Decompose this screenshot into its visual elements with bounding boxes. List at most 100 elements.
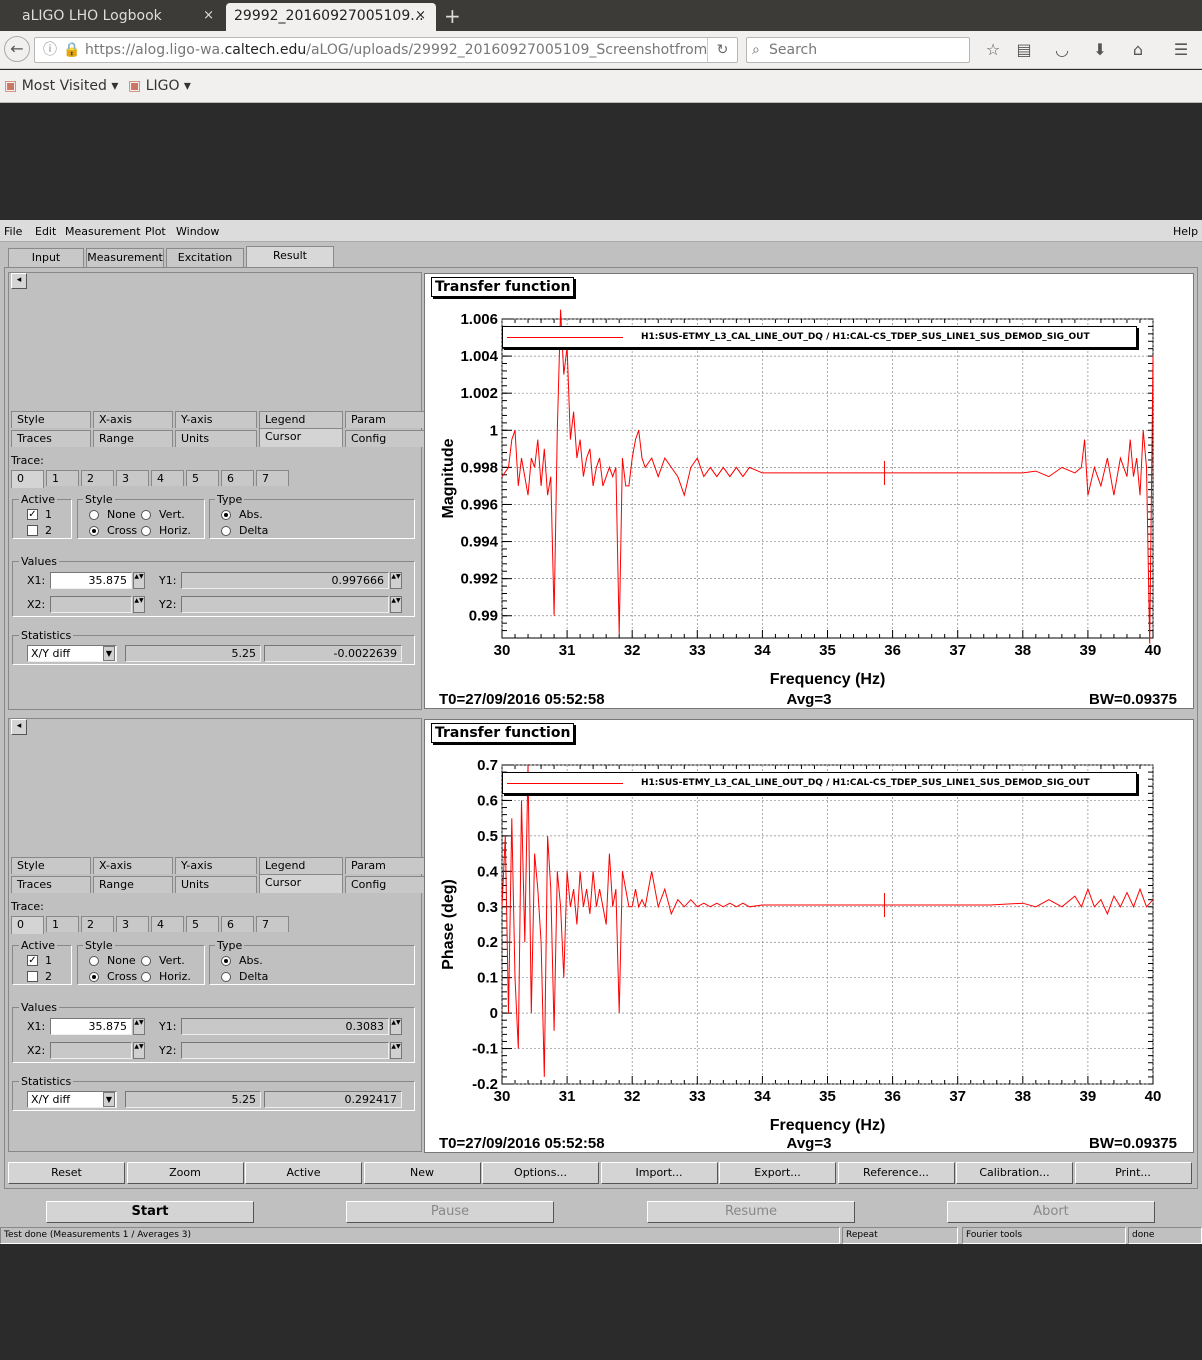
trace-tab[interactable]: 0 xyxy=(11,916,44,934)
new-button[interactable]: New xyxy=(363,1162,481,1184)
back-icon[interactable]: ← xyxy=(4,36,30,62)
plot-panel[interactable]: 30 31 32 33 34 35 36 37 38 39 40 0.99 0.992 0.994 0.99… xyxy=(424,273,1194,709)
reset-button[interactable]: Reset xyxy=(8,1162,125,1184)
style-horiz-radio[interactable] xyxy=(141,972,151,982)
style-none-radio[interactable] xyxy=(89,956,99,966)
menu-help[interactable]: Help xyxy=(1173,225,1198,238)
trace-tab[interactable]: 3 xyxy=(116,470,149,486)
panel-tab-style[interactable]: Style xyxy=(11,411,91,428)
active-1-checkbox[interactable]: ✓ xyxy=(27,955,38,966)
x2-spinner[interactable]: ▲▼ xyxy=(133,1042,145,1059)
panel-tab-config[interactable]: Config xyxy=(345,876,425,893)
collapse-arrow-button[interactable]: ◂ xyxy=(11,719,27,735)
panel-tab-style[interactable]: Style xyxy=(11,857,91,874)
y1-spinner[interactable]: ▲▼ xyxy=(390,1018,402,1035)
download-icon[interactable]: ⬇ xyxy=(1089,39,1111,61)
active-button[interactable]: Active xyxy=(245,1162,362,1184)
panel-tab-units[interactable]: Units xyxy=(175,430,257,447)
trace-tab[interactable]: 7 xyxy=(256,916,289,932)
trace-tab[interactable]: 2 xyxy=(81,916,114,932)
y2-spinner[interactable]: ▲▼ xyxy=(390,596,402,613)
home-icon[interactable]: ⌂ xyxy=(1127,39,1149,61)
export-button[interactable]: Export... xyxy=(719,1162,836,1184)
active-2-checkbox[interactable] xyxy=(27,971,38,982)
plot-panel[interactable]: 30 31 32 33 34 35 36 37 38 39 40 -0.2 -0.1 0 0.1 0.2 0.3… xyxy=(424,719,1194,1153)
reference-button[interactable]: Reference... xyxy=(837,1162,955,1184)
panel-tab-y-axis[interactable]: Y-axis xyxy=(175,857,257,874)
panel-tab-x-axis[interactable]: X-axis xyxy=(93,857,173,874)
type-abs-radio[interactable] xyxy=(221,510,231,520)
style-vert-radio[interactable] xyxy=(141,510,151,520)
new-tab-button[interactable]: + xyxy=(444,3,461,29)
y2-spinner[interactable]: ▲▼ xyxy=(390,1042,402,1059)
import-button[interactable]: Import... xyxy=(600,1162,718,1184)
bookmark-most-visited[interactable]: ▣ Most Visited ▾ xyxy=(4,78,118,94)
trace-tab[interactable]: 7 xyxy=(256,470,289,486)
style-horiz-radio[interactable] xyxy=(141,526,151,536)
collapse-arrow-button[interactable]: ◂ xyxy=(11,273,27,289)
panel-tab-units[interactable]: Units xyxy=(175,876,257,893)
menu-measurement[interactable]: Measurement xyxy=(65,225,141,238)
panel-tab-range[interactable]: Range xyxy=(93,876,173,893)
tab-measurement[interactable]: Measurement xyxy=(86,248,164,267)
resume-button[interactable]: Resume xyxy=(647,1201,855,1223)
menu-window[interactable]: Window xyxy=(176,225,219,238)
zoom-button[interactable]: Zoom xyxy=(126,1162,244,1184)
x1-field[interactable]: 35.875 xyxy=(50,572,132,589)
x1-spinner[interactable]: ▲▼ xyxy=(133,572,145,589)
panel-tab-cursor[interactable]: Cursor xyxy=(259,874,343,893)
trace-tab[interactable]: 4 xyxy=(151,916,184,932)
trace-tab[interactable]: 1 xyxy=(46,916,79,932)
trace-tab[interactable]: 6 xyxy=(221,916,254,932)
active-1-checkbox[interactable]: ✓ xyxy=(27,509,38,520)
bookmark-ligo[interactable]: ▣ LIGO ▾ xyxy=(128,78,191,94)
url-bar[interactable]: ⓘ 🔒 https://alog.ligo-wa.caltech.edu/aLO… xyxy=(34,37,738,63)
pause-button[interactable]: Pause xyxy=(346,1201,554,1223)
panel-tab-range[interactable]: Range xyxy=(93,430,173,447)
style-cross-radio[interactable] xyxy=(89,972,99,982)
x1-spinner[interactable]: ▲▼ xyxy=(133,1018,145,1035)
trace-tab[interactable]: 5 xyxy=(186,916,219,932)
trace-tab[interactable]: 2 xyxy=(81,470,114,486)
x2-spinner[interactable]: ▲▼ xyxy=(133,596,145,613)
panel-tab-config[interactable]: Config xyxy=(345,430,425,447)
y1-spinner[interactable]: ▲▼ xyxy=(390,572,402,589)
style-cross-radio[interactable] xyxy=(89,526,99,536)
style-none-radio[interactable] xyxy=(89,510,99,520)
menu-icon[interactable]: ☰ xyxy=(1170,39,1192,61)
trace-tab[interactable]: 1 xyxy=(46,470,79,486)
start-button[interactable]: Start xyxy=(46,1201,254,1223)
panel-tab-cursor[interactable]: Cursor xyxy=(259,428,343,447)
panel-tab-traces[interactable]: Traces xyxy=(11,876,91,893)
reading-list-icon[interactable]: ▤ xyxy=(1013,39,1035,61)
panel-tab-legend[interactable]: Legend xyxy=(259,411,343,428)
search-input[interactable]: ⌕ Search xyxy=(746,37,970,63)
close-tab-icon[interactable]: × xyxy=(415,3,426,29)
close-tab-icon[interactable]: × xyxy=(203,3,214,29)
reload-icon[interactable]: ↻ xyxy=(707,38,737,62)
calibration-button[interactable]: Calibration... xyxy=(956,1162,1073,1184)
type-delta-radio[interactable] xyxy=(221,526,231,536)
chevron-down-icon[interactable]: ▼ xyxy=(103,1092,115,1107)
active-2-checkbox[interactable] xyxy=(27,525,38,536)
menu-edit[interactable]: Edit xyxy=(35,225,56,238)
browser-tab-logbook[interactable]: aLIGO LHO Logbook × xyxy=(0,3,224,31)
trace-tab[interactable]: 5 xyxy=(186,470,219,486)
trace-tab[interactable]: 3 xyxy=(116,916,149,932)
tab-input[interactable]: Input xyxy=(8,248,84,267)
panel-tab-x-axis[interactable]: X-axis xyxy=(93,411,173,428)
panel-tab-legend[interactable]: Legend xyxy=(259,857,343,874)
bookmark-star-icon[interactable]: ☆ xyxy=(982,39,1004,61)
abort-button[interactable]: Abort xyxy=(947,1201,1155,1223)
tab-excitation[interactable]: Excitation xyxy=(166,248,244,267)
style-vert-radio[interactable] xyxy=(141,956,151,966)
chevron-down-icon[interactable]: ▼ xyxy=(103,646,115,661)
panel-tab-y-axis[interactable]: Y-axis xyxy=(175,411,257,428)
trace-tab[interactable]: 6 xyxy=(221,470,254,486)
panel-tab-param[interactable]: Param xyxy=(345,857,425,874)
print-button[interactable]: Print... xyxy=(1074,1162,1192,1184)
trace-tab[interactable]: 4 xyxy=(151,470,184,486)
pocket-icon[interactable]: ◡ xyxy=(1051,39,1073,61)
options-button[interactable]: Options... xyxy=(482,1162,599,1184)
browser-tab-screenshot[interactable]: 29992_20160927005109... × xyxy=(226,3,436,31)
